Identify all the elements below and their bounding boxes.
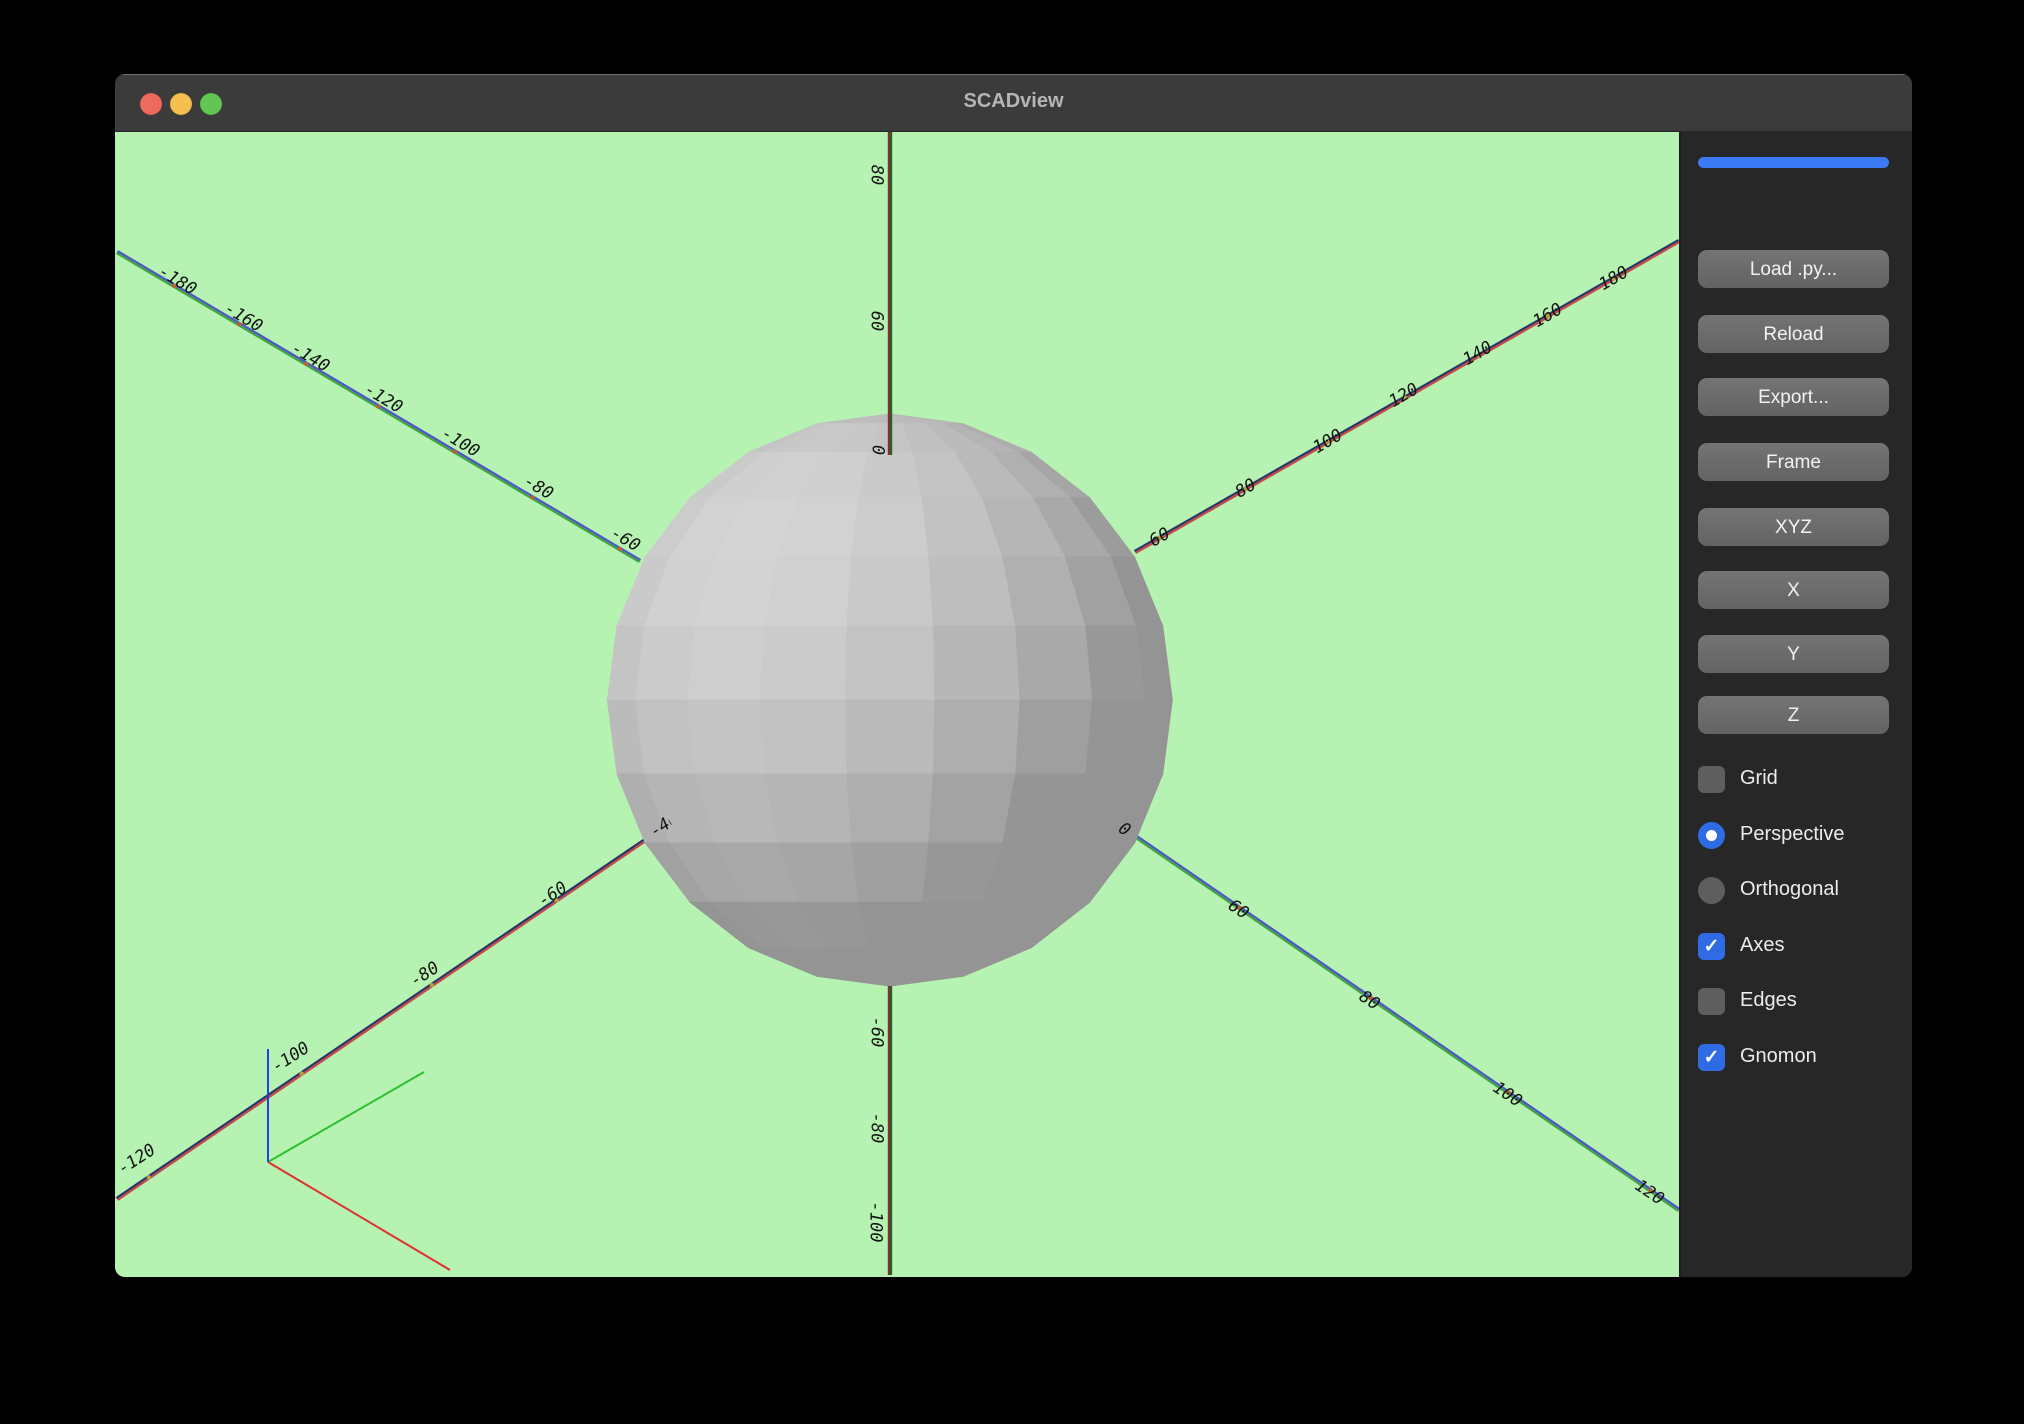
y-axis-negative [115, 826, 665, 1201]
y-axis-positive [1133, 239, 1679, 554]
app-window: SCADview -180 -160 -140 -120 -100 -80 -60 0 60 80… [115, 74, 1912, 1277]
perspective-label: Perspective [1740, 823, 1845, 845]
gnomon [267, 1049, 451, 1271]
export-button[interactable]: Export... [1698, 378, 1889, 416]
grid-label: Grid [1740, 767, 1778, 789]
gnomon-checkbox[interactable]: ✓ [1698, 1044, 1725, 1071]
x-axis-positive [1098, 810, 1679, 1212]
scene-canvas[interactable] [115, 132, 1679, 1275]
reload-button[interactable]: Reload [1698, 315, 1889, 353]
sphere-mesh [606, 413, 1173, 987]
x-axis-negative [115, 250, 642, 563]
x-button[interactable]: X [1698, 571, 1889, 609]
progress-bar [1698, 157, 1889, 168]
frame-button[interactable]: Frame [1698, 443, 1889, 481]
z-button[interactable]: Z [1698, 696, 1889, 734]
grid-checkbox[interactable] [1698, 766, 1725, 793]
orthogonal-radio[interactable] [1698, 877, 1725, 904]
window-title: SCADview [963, 90, 1064, 112]
radio-dot-icon [1706, 830, 1717, 841]
axes-checkbox[interactable]: ✓ [1698, 933, 1725, 960]
viewport-3d[interactable]: -180 -160 -140 -120 -100 -80 -60 0 60 80 100 120 -12… [115, 132, 1679, 1277]
check-icon: ✓ [1703, 1047, 1720, 1068]
xyz-button[interactable]: XYZ [1698, 508, 1889, 546]
edges-label: Edges [1740, 989, 1797, 1011]
gnomon-label: Gnomon [1740, 1045, 1817, 1067]
perspective-radio[interactable] [1698, 822, 1725, 849]
edges-checkbox[interactable] [1698, 988, 1725, 1015]
z-axis-positive [887, 132, 893, 455]
title-bar[interactable]: SCADview [115, 74, 1912, 132]
gnomon-y-axis [267, 1071, 425, 1163]
orthogonal-label: Orthogonal [1740, 878, 1839, 900]
y-button[interactable]: Y [1698, 635, 1889, 673]
gnomon-x-axis [267, 1161, 451, 1271]
load-py-button[interactable]: Load .py... [1698, 250, 1889, 288]
check-icon: ✓ [1703, 936, 1720, 957]
z-axis-negative [887, 986, 893, 1275]
control-sidebar: Load .py... Reload Export... Frame XYZ X Y Z Gri… [1679, 132, 1912, 1277]
axes-label: Axes [1740, 934, 1785, 956]
